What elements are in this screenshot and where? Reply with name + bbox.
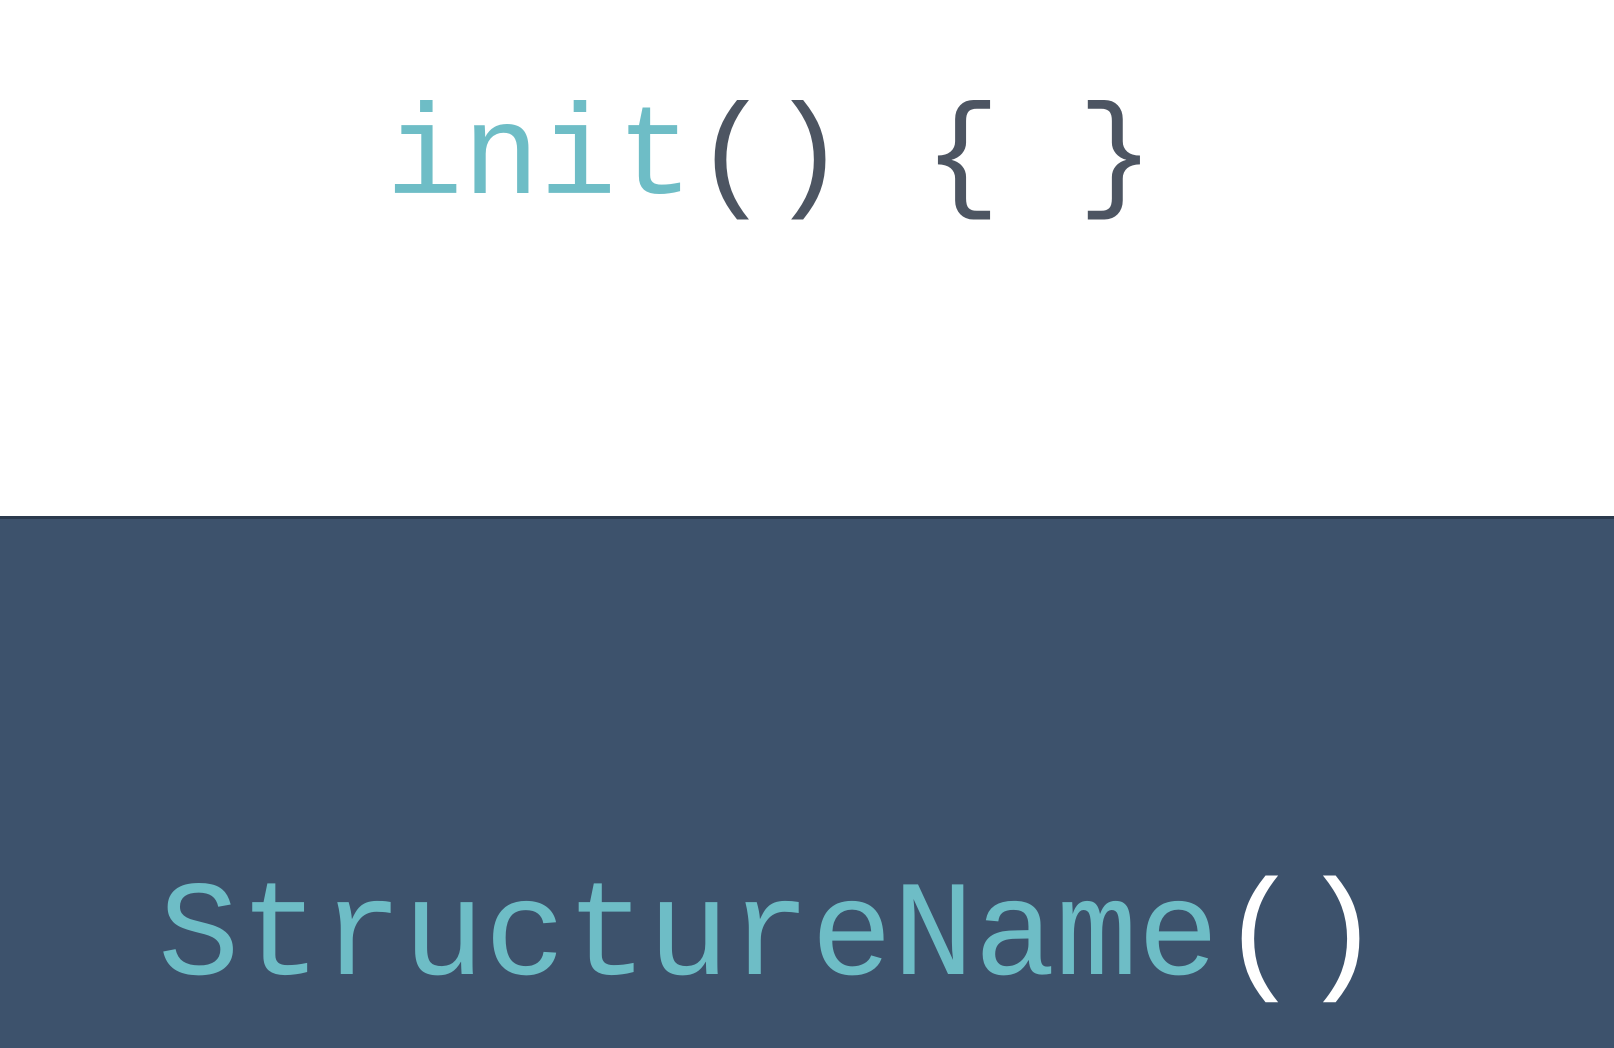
init-parentheses: ()	[693, 87, 847, 232]
slide: init() { } StructureName()	[0, 0, 1614, 1048]
structure-name: StructureName	[158, 861, 1219, 1015]
init-braces: { }	[846, 87, 1155, 232]
top-panel: init() { }	[0, 0, 1614, 516]
struct-init-call-line: StructureName()	[158, 870, 1382, 1006]
call-parentheses: ()	[1218, 861, 1383, 1015]
init-code-line: init() { }	[386, 96, 1154, 224]
init-keyword: init	[386, 87, 694, 232]
